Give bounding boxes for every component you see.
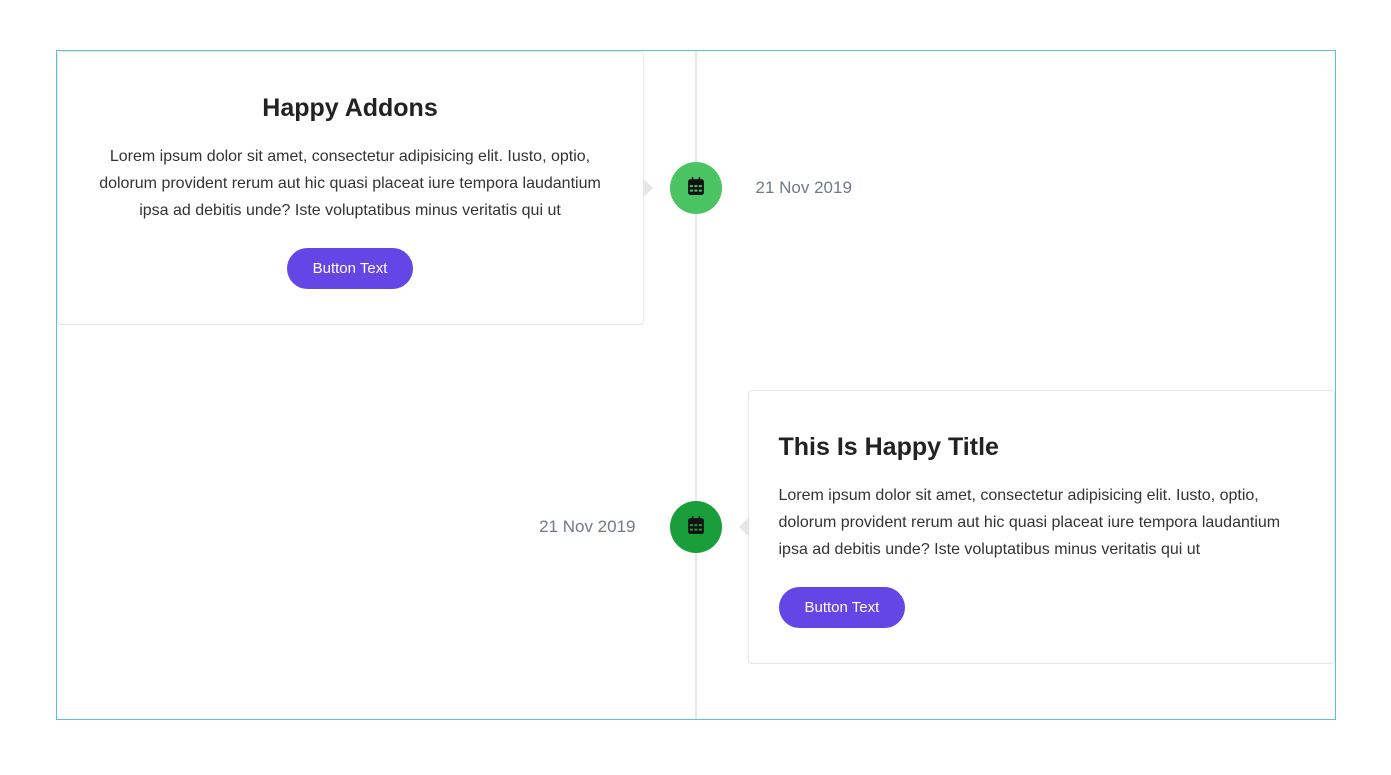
card-button[interactable]: Button Text — [287, 248, 414, 289]
card-description: Lorem ipsum dolor sit amet, consectetur … — [779, 482, 1304, 564]
card-title: Happy Addons — [88, 92, 613, 125]
timeline-date: 21 Nov 2019 — [756, 178, 852, 198]
calendar-icon — [687, 516, 705, 539]
timeline-card: This Is Happy Title Lorem ipsum dolor si… — [748, 390, 1335, 664]
timeline-node — [670, 501, 722, 553]
calendar-icon — [687, 177, 705, 200]
timeline-card: Happy Addons Lorem ipsum dolor sit amet,… — [57, 51, 644, 325]
card-arrow-icon — [643, 178, 653, 198]
card-button[interactable]: Button Text — [779, 587, 906, 628]
timeline-date: 21 Nov 2019 — [539, 517, 635, 537]
card-title: This Is Happy Title — [779, 431, 1304, 464]
timeline-item: Happy Addons Lorem ipsum dolor sit amet,… — [57, 51, 1335, 325]
timeline-node — [670, 162, 722, 214]
card-description: Lorem ipsum dolor sit amet, consectetur … — [88, 143, 613, 225]
timeline-item: 21 Nov 2019 This Is Happy Title Lorem ip… — [57, 390, 1335, 664]
timeline-container: Happy Addons Lorem ipsum dolor sit amet,… — [56, 50, 1336, 720]
card-arrow-icon — [739, 517, 749, 537]
